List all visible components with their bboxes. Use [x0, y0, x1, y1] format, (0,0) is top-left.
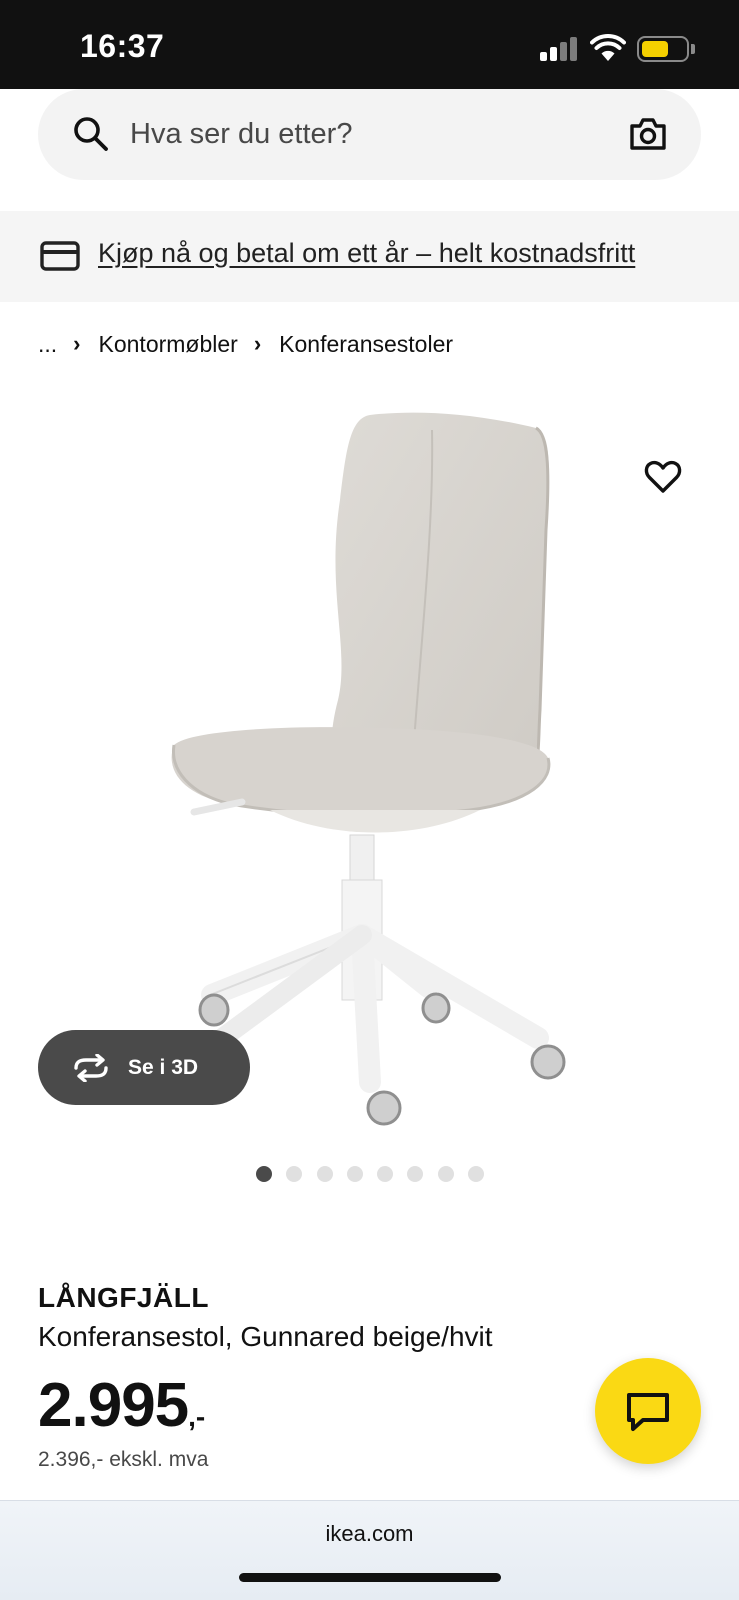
breadcrumb: ... › Kontormøbler › Konferansestoler — [38, 326, 453, 362]
price-suffix: ,- — [188, 1401, 206, 1432]
chevron-right-icon: › — [253, 331, 262, 356]
breadcrumb-item-konferansestoler[interactable]: Konferansestoler — [279, 331, 453, 358]
carousel-dot[interactable] — [437, 1166, 454, 1182]
status-time: 16:37 — [80, 28, 165, 64]
carousel-dot[interactable] — [286, 1166, 303, 1182]
battery-level — [642, 41, 668, 57]
credit-card-icon — [40, 241, 80, 271]
battery-icon — [637, 36, 689, 62]
carousel-dots — [256, 1166, 498, 1182]
view-3d-label: Se i 3D — [128, 1055, 199, 1079]
rotate-3d-icon — [74, 1053, 108, 1082]
product-description: Konferansestol, Gunnared beige/hvit — [38, 1321, 493, 1352]
battery-cap — [691, 44, 695, 54]
view-3d-button[interactable]: Se i 3D — [38, 1030, 250, 1105]
carousel-dot[interactable] — [407, 1166, 424, 1182]
promo-link[interactable]: Kjøp nå og betal om ett år – helt kostna… — [98, 238, 635, 269]
camera-icon[interactable] — [628, 115, 668, 153]
chevron-right-icon: › — [73, 331, 81, 356]
search-icon — [74, 117, 108, 151]
status-bar: 16:37 — [0, 0, 739, 89]
signal-icon — [540, 37, 578, 61]
url-text[interactable]: ikea.com — [0, 1521, 739, 1547]
breadcrumb-item-kontormobler[interactable]: Kontormøbler — [99, 331, 238, 358]
breadcrumb-ellipsis[interactable]: ... — [38, 331, 57, 358]
browser-bar: ikea.com — [0, 1500, 739, 1600]
price-ex-vat: 2.396,- ekskl. mva — [38, 1448, 209, 1471]
chat-icon — [627, 1393, 669, 1431]
search-bar[interactable] — [38, 89, 701, 180]
price-value: 2.995 — [38, 1371, 189, 1440]
carousel-dot[interactable] — [256, 1166, 272, 1182]
product-name: LÅNGFJÄLL — [38, 1282, 209, 1313]
promo-banner: Kjøp nå og betal om ett år – helt kostna… — [0, 211, 739, 302]
carousel-dot[interactable] — [346, 1166, 363, 1182]
search-input[interactable] — [130, 113, 590, 155]
wifi-icon — [590, 34, 626, 61]
product-price: 2.995,- — [38, 1370, 205, 1441]
home-indicator[interactable] — [239, 1573, 501, 1582]
heart-icon[interactable] — [644, 458, 682, 496]
carousel-dot[interactable] — [316, 1166, 333, 1182]
carousel-dot[interactable] — [377, 1166, 394, 1182]
chat-button[interactable] — [595, 1358, 701, 1464]
carousel-dot[interactable] — [468, 1166, 485, 1182]
